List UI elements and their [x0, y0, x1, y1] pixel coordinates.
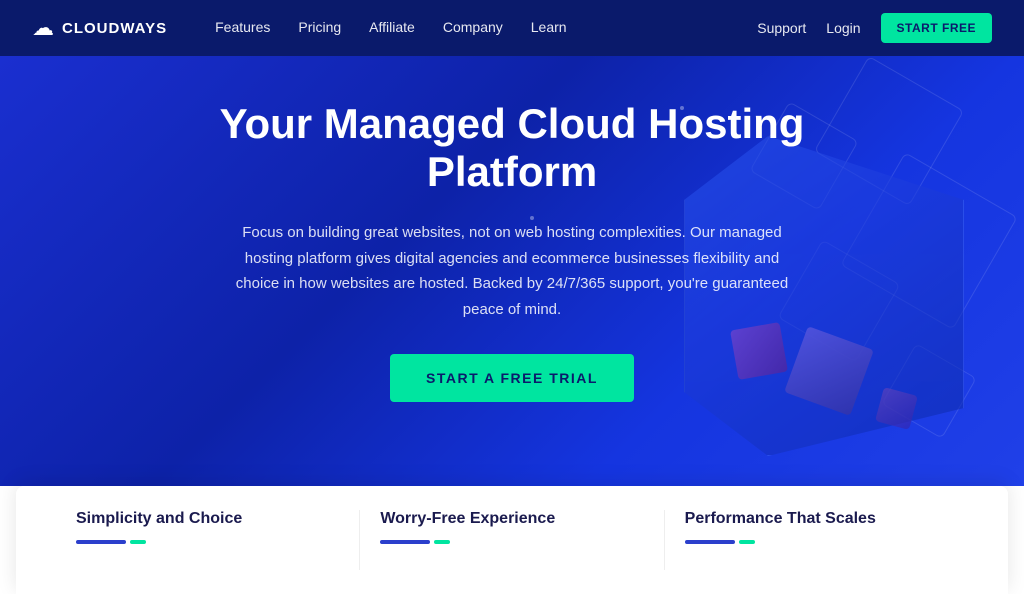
- hero-content: Your Managed Cloud Hosting Platform Focu…: [162, 100, 862, 403]
- feature-performance: Performance That Scales: [665, 510, 968, 570]
- hex-outline-5: [881, 343, 977, 439]
- line-dark-1: [76, 540, 126, 544]
- nav-learn[interactable]: Learn: [531, 19, 567, 35]
- line-green-1: [130, 540, 146, 544]
- nav-features[interactable]: Features: [215, 19, 270, 35]
- feature-simplicity: Simplicity and Choice: [56, 510, 360, 570]
- support-link[interactable]: Support: [757, 20, 806, 36]
- nav-company[interactable]: Company: [443, 19, 503, 35]
- logo[interactable]: ☁ CLOUDWAYS: [32, 15, 167, 41]
- hex-outline-3: [840, 152, 1018, 330]
- feature-performance-title: Performance That Scales: [685, 510, 948, 528]
- hero-section: Your Managed Cloud Hosting Platform Focu…: [0, 56, 1024, 486]
- feature-worry-free: Worry-Free Experience: [360, 510, 664, 570]
- cloudways-logo-icon: ☁: [32, 15, 54, 41]
- hero-description: Focus on building great websites, not on…: [222, 220, 802, 322]
- line-dark-2: [380, 540, 430, 544]
- line-green-3: [739, 540, 755, 544]
- feature-simplicity-title: Simplicity and Choice: [76, 510, 339, 528]
- nav-right: Support Login START FREE: [757, 13, 992, 43]
- navbar: ☁ CLOUDWAYS Features Pricing Affiliate C…: [0, 0, 1024, 56]
- login-link[interactable]: Login: [826, 20, 860, 36]
- hero-title: Your Managed Cloud Hosting Platform: [162, 100, 862, 197]
- logo-text: CLOUDWAYS: [62, 20, 167, 37]
- cube-3: [875, 387, 918, 430]
- feature-worry-free-line: [380, 540, 643, 544]
- feature-simplicity-line: [76, 540, 339, 544]
- feature-worry-free-title: Worry-Free Experience: [380, 510, 643, 528]
- hero-cta-button[interactable]: START A FREE TRIAL: [390, 354, 634, 402]
- line-dark-3: [685, 540, 735, 544]
- start-free-button[interactable]: START FREE: [881, 13, 992, 43]
- nav-pricing[interactable]: Pricing: [298, 19, 341, 35]
- feature-performance-line: [685, 540, 948, 544]
- nav-affiliate[interactable]: Affiliate: [369, 19, 415, 35]
- nav-links: Features Pricing Affiliate Company Learn: [215, 19, 757, 37]
- features-strip: Simplicity and Choice Worry-Free Experie…: [16, 486, 1008, 594]
- line-green-2: [434, 540, 450, 544]
